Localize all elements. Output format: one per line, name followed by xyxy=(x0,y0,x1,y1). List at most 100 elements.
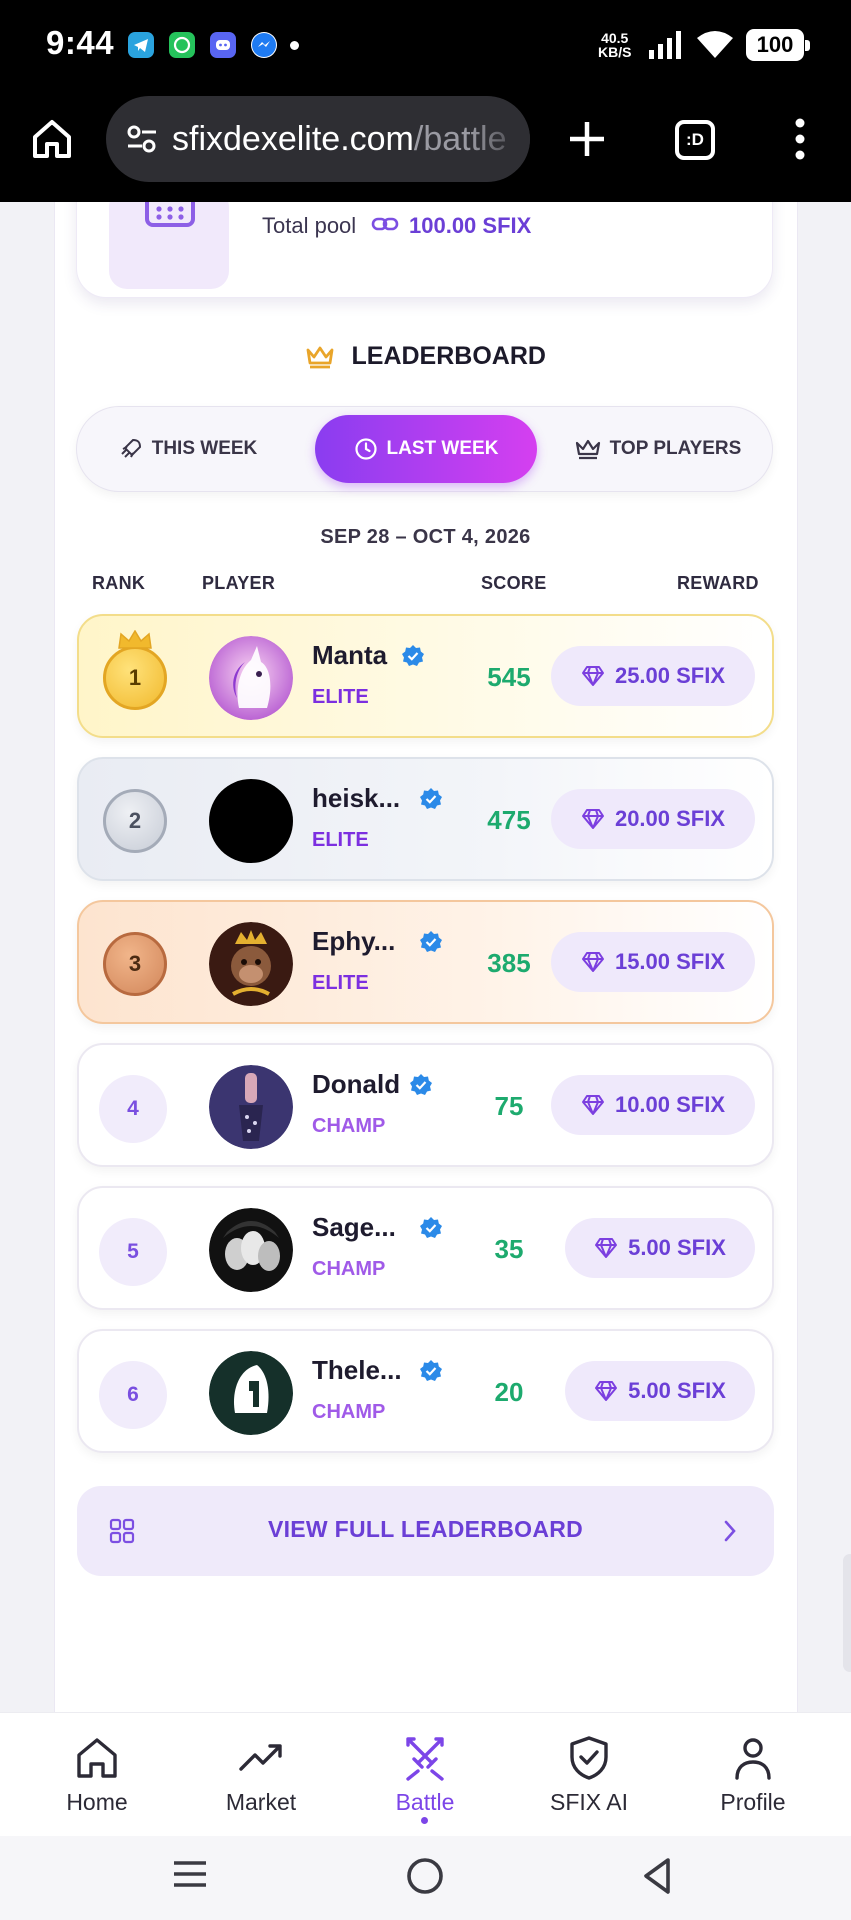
nav-market[interactable]: Market xyxy=(196,1735,326,1816)
avatar xyxy=(209,779,293,863)
leaderboard-row[interactable]: 3 Ephy... ELITE 385 15.00 SFIX xyxy=(77,900,774,1024)
avatar xyxy=(209,636,293,720)
diamond-icon xyxy=(595,1238,618,1258)
diamond-icon xyxy=(581,952,604,972)
nav-profile[interactable]: Profile xyxy=(688,1735,818,1816)
swords-icon xyxy=(406,1737,444,1781)
scroll-handle[interactable] xyxy=(843,1554,851,1672)
player-name: Donald xyxy=(312,1069,401,1099)
date-range: SEP 28 – OCT 4, 2026 xyxy=(320,526,531,548)
nav-battle[interactable]: Battle xyxy=(360,1735,490,1816)
diamond-icon xyxy=(581,1095,604,1115)
nav-home[interactable]: Home xyxy=(32,1735,162,1816)
player-tier: ELITE xyxy=(312,829,369,851)
player-score: 545 xyxy=(487,662,531,692)
reward-badge: 5.00 SFIX xyxy=(565,1218,755,1278)
status-time: 9:44 xyxy=(46,24,115,61)
rank-medal-bronze: 3 xyxy=(103,932,167,996)
view-full-label: VIEW FULL LEADERBOARD xyxy=(267,1516,584,1542)
site-settings-icon[interactable] xyxy=(126,124,158,154)
nav-sfix-ai[interactable]: SFIX AI xyxy=(524,1735,654,1816)
player-name: Ephy... xyxy=(312,926,396,956)
tab-this-week[interactable]: THIS WEEK xyxy=(93,415,283,483)
player-tier: CHAMP xyxy=(312,1258,386,1280)
clock-icon xyxy=(354,438,377,460)
verified-badge-icon xyxy=(420,788,442,809)
verified-badge-icon xyxy=(420,1360,442,1381)
column-header-rank: RANK xyxy=(92,573,146,593)
player-score: 75 xyxy=(494,1091,524,1121)
tab-top-players[interactable]: TOP PLAYERS xyxy=(557,415,759,483)
verified-badge-icon xyxy=(402,645,424,666)
verified-badge-icon xyxy=(420,931,442,952)
calendar-icon xyxy=(145,202,195,227)
url-text: sfixdexelite.com/battle xyxy=(172,120,507,158)
leaderboard-title: LEADERBOARD xyxy=(351,342,546,370)
leaderboard-row[interactable]: 1 Manta ELITE 545 25.00 SFIX xyxy=(77,614,774,738)
reward-badge: 20.00 SFIX xyxy=(551,789,755,849)
leaderboard-row[interactable]: 2 heisk... ELITE 475 20.00 SFIX xyxy=(77,757,774,881)
home-icon[interactable] xyxy=(30,117,74,161)
view-full-leaderboard-button[interactable]: VIEW FULL LEADERBOARD xyxy=(77,1486,774,1576)
bottom-navigation: Home Market Battle SFIX AI Profile xyxy=(0,1712,851,1836)
person-icon xyxy=(735,1738,771,1780)
chevron-right-icon xyxy=(724,1520,736,1542)
diamond-icon xyxy=(581,809,604,829)
player-score: 385 xyxy=(487,948,531,978)
rank-number: 5 xyxy=(99,1218,167,1286)
notification-dot-icon xyxy=(290,41,299,50)
crown-icon xyxy=(575,439,600,460)
player-name: heisk... xyxy=(312,783,401,813)
home-circle-icon[interactable] xyxy=(405,1856,445,1896)
column-header-reward: REWARD xyxy=(677,573,759,593)
player-name: Thele... xyxy=(312,1355,402,1385)
avatar xyxy=(209,1065,293,1149)
signal-icon xyxy=(649,31,681,59)
reward-badge: 10.00 SFIX xyxy=(551,1075,755,1135)
status-bar: 9:44 40.5 KB/S 100 xyxy=(0,0,851,92)
home-icon xyxy=(77,1738,117,1778)
recents-icon[interactable] xyxy=(172,1856,208,1892)
system-navigation xyxy=(0,1836,851,1920)
wifi-icon xyxy=(697,31,733,58)
avatar xyxy=(209,922,293,1006)
address-bar[interactable]: sfixdexelite.com/battle xyxy=(106,96,530,182)
back-icon[interactable] xyxy=(640,1856,674,1896)
leaderboard-header: LEADERBOARD xyxy=(0,342,851,371)
player-score: 35 xyxy=(494,1234,524,1264)
pool-icon-box xyxy=(109,202,229,289)
messenger-icon xyxy=(251,32,277,58)
reward-badge: 25.00 SFIX xyxy=(551,646,755,706)
diamond-icon xyxy=(581,666,604,686)
battery-indicator: 100 xyxy=(746,29,810,61)
column-header-player: PLAYER xyxy=(202,573,276,593)
page-content: Total pool 100.00 SFIX LEADERBOARD THIS … xyxy=(0,202,851,1712)
avatar xyxy=(209,1208,293,1292)
crown-icon xyxy=(306,346,334,368)
new-tab-icon[interactable] xyxy=(567,117,607,161)
player-tier: CHAMP xyxy=(312,1401,386,1423)
pool-label: Total pool xyxy=(262,213,357,238)
rocket-icon xyxy=(121,438,141,458)
reward-badge: 5.00 SFIX xyxy=(565,1361,755,1421)
verified-badge-icon xyxy=(420,1217,442,1238)
tab-last-week[interactable]: LAST WEEK xyxy=(315,415,537,483)
column-header-score: SCORE xyxy=(481,573,547,593)
player-tier: CHAMP xyxy=(312,1115,386,1137)
rank-number: 6 xyxy=(99,1361,167,1429)
avatar xyxy=(209,1351,293,1435)
tab-switcher-button[interactable]: :D xyxy=(675,120,715,160)
diamond-icon xyxy=(595,1381,618,1401)
shield-check-icon xyxy=(570,1736,608,1780)
leaderboard-row[interactable]: 6 Thele... CHAMP 20 5.00 SFIX xyxy=(77,1329,774,1453)
link-icon xyxy=(371,217,399,231)
rank-number: 4 xyxy=(99,1075,167,1143)
leaderboard-row[interactable]: 4 Donald CHAMP 75 10.00 SFIX xyxy=(77,1043,774,1167)
verified-badge-icon xyxy=(410,1074,432,1095)
player-score: 20 xyxy=(494,1377,524,1407)
more-menu-icon[interactable] xyxy=(790,117,810,161)
browser-toolbar: sfixdexelite.com/battle :D xyxy=(0,92,851,202)
pool-value: 100.00 SFIX xyxy=(409,213,532,238)
player-name: Manta xyxy=(312,640,388,670)
leaderboard-row[interactable]: 5 Sage... CHAMP 35 5.00 SFIX xyxy=(77,1186,774,1310)
